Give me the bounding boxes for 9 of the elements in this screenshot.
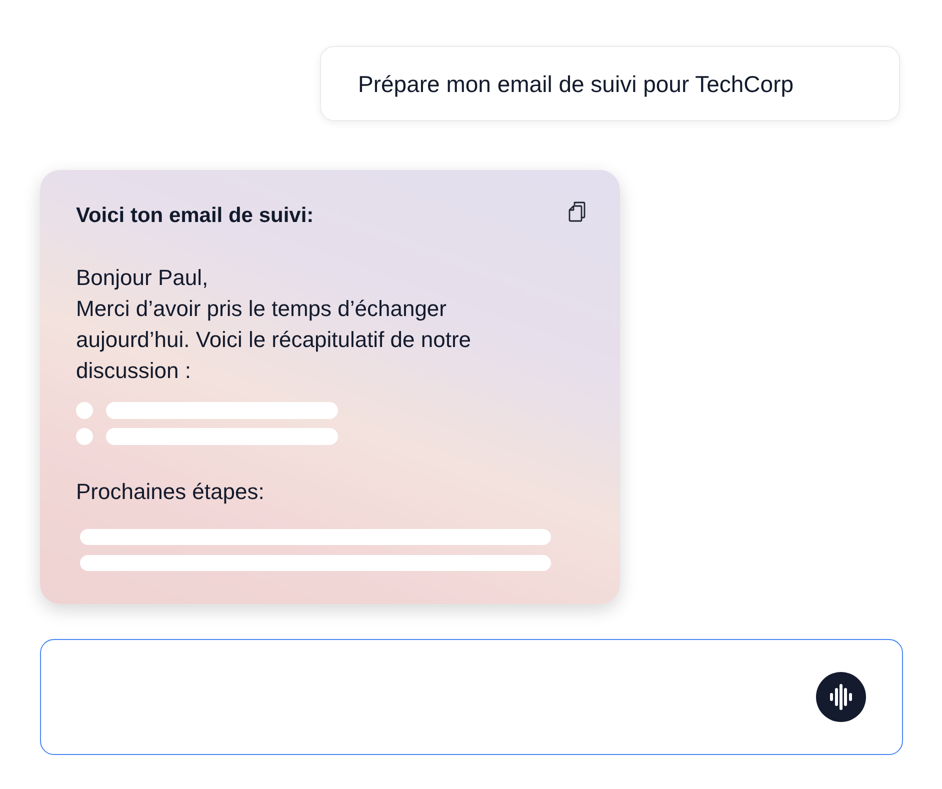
voice-input-button[interactable] (816, 672, 866, 722)
email-body-text: Merci d’avoir pris le temps d’échanger aujourd’hui. Voici le récapitulatif de notre discussion : (76, 295, 472, 385)
copy-icon[interactable] (568, 201, 586, 222)
section-heading: Prochaines étapes: (76, 478, 266, 506)
greeting-text: Bonjour Paul, (76, 264, 210, 292)
message-text: Prépare mon email de suivi pour TechCorp (358, 70, 794, 98)
message-input-field[interactable] (40, 639, 903, 755)
waveform-icon (830, 684, 852, 710)
card-title: Voici ton email de suivi: (76, 203, 314, 229)
